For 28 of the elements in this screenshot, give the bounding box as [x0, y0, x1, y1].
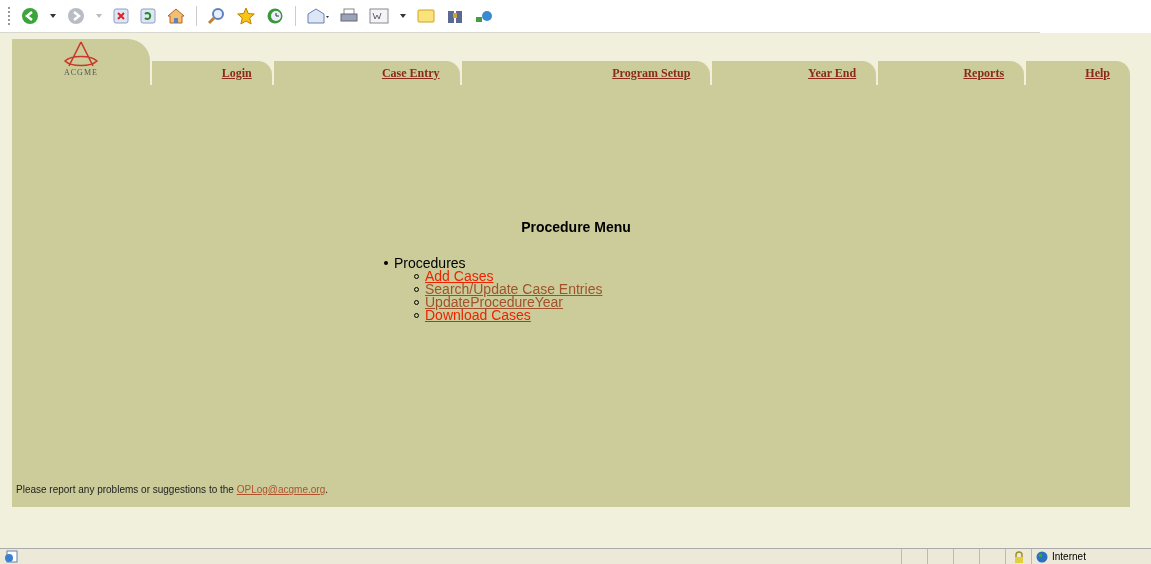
- star-icon[interactable]: [237, 7, 255, 25]
- menu-link[interactable]: Add Cases: [425, 270, 494, 283]
- dropdown-caret-icon[interactable]: [400, 14, 406, 18]
- nav-tab[interactable]: Help: [1085, 64, 1110, 82]
- report-message: Please report any problems or suggestions to the OPLog@acgme.org.: [16, 483, 329, 497]
- printer-icon[interactable]: [340, 8, 358, 24]
- forward-button[interactable]: [67, 7, 85, 25]
- stop-icon[interactable]: [113, 8, 129, 24]
- bullet-icon: [384, 261, 388, 265]
- nav-tab[interactable]: Login: [221, 64, 252, 82]
- menu-link[interactable]: Download Cases: [425, 309, 531, 322]
- history-clock-icon[interactable]: [266, 7, 284, 25]
- document-icon[interactable]: [369, 8, 389, 24]
- home-icon[interactable]: [167, 8, 185, 24]
- refresh-icon[interactable]: [140, 8, 156, 24]
- globe-icon: [1036, 550, 1048, 563]
- dropdown-caret-icon[interactable]: [50, 14, 56, 18]
- logo-text: ACGME: [64, 67, 98, 79]
- binoculars-icon[interactable]: [446, 8, 464, 24]
- back-button[interactable]: [21, 7, 39, 25]
- zone-label: Internet: [1052, 550, 1086, 564]
- section-label: Procedures: [394, 256, 466, 270]
- search-icon[interactable]: [208, 7, 226, 25]
- menu-link[interactable]: Search/Update Case Entries: [425, 283, 603, 296]
- padlock-icon: [1013, 550, 1024, 563]
- page-icon: [4, 550, 18, 563]
- menu-heading: Procedure Menu: [521, 218, 631, 237]
- menu-link[interactable]: UpdateProcedureYear: [425, 296, 564, 309]
